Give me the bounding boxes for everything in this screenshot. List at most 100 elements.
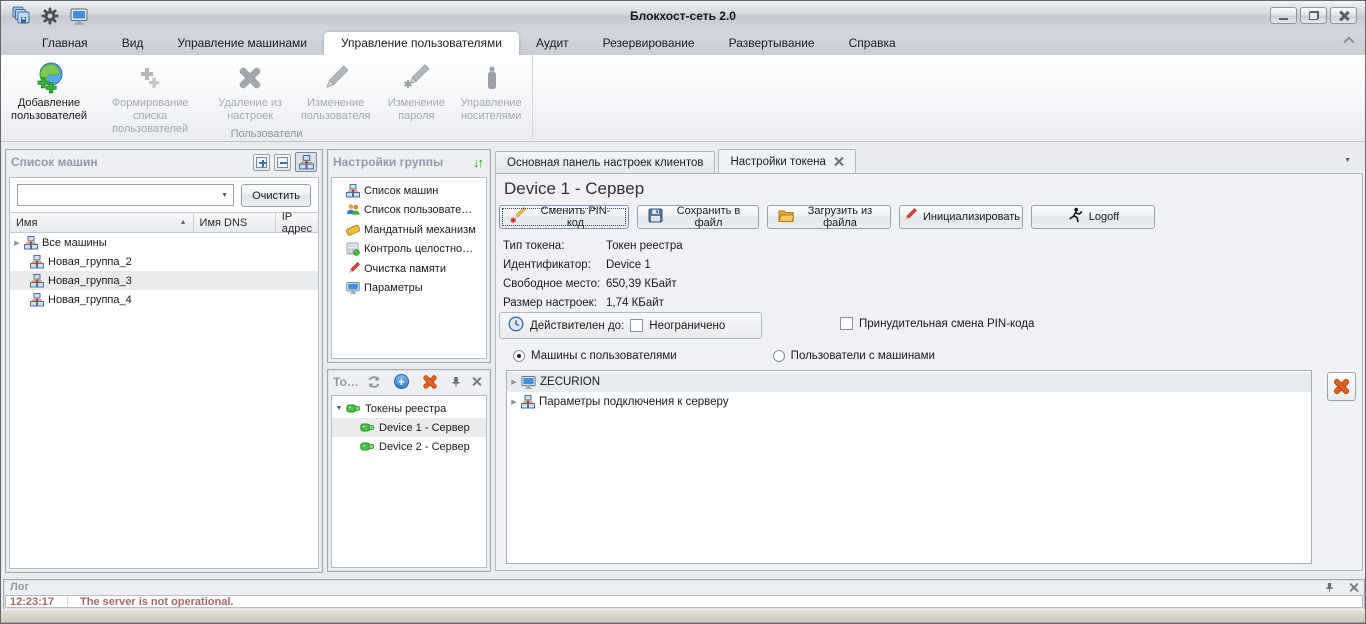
info-label: Размер настроек: <box>503 296 597 309</box>
info-value: 1,74 КБайт <box>606 296 664 309</box>
machines-tree: ▶ Все машины Новая_группа_2 Новая_группа… <box>10 233 318 309</box>
delete-token-icon[interactable] <box>421 373 439 391</box>
unlimited-checkbox[interactable] <box>630 319 644 332</box>
change-pin-button[interactable]: Сменить PIN-код <box>499 205 629 229</box>
token-icon <box>346 402 361 415</box>
add-users-button[interactable]: Добавление пользователей <box>7 58 91 125</box>
tokens-panel-body: ▼ Токены реестра Device 1 - Сервер Devic… <box>331 395 487 568</box>
minimize-button[interactable] <box>1270 7 1297 24</box>
column-dns[interactable]: Имя DNS <box>194 213 276 232</box>
group-setting-item[interactable]: Список машин <box>332 181 486 201</box>
tab-client-settings[interactable]: Основная панель настроек клиентов <box>495 151 716 173</box>
group-view-button[interactable] <box>295 152 317 172</box>
ribbon-group-users: Добавление пользователей Формирование сп… <box>1 55 533 142</box>
tree-expand-icon[interactable]: ▶ <box>507 378 521 386</box>
radio-users-with-machines[interactable]: Пользователи с машинами <box>772 350 935 362</box>
combo-dropdown-icon[interactable]: ▼ <box>216 192 233 199</box>
group-setting-item[interactable]: Контроль целостно… <box>332 240 486 260</box>
token-device-row-selected[interactable]: Device 1 - Сервер <box>332 418 486 437</box>
tab-spravka[interactable]: Справка <box>832 32 913 55</box>
machine-row-label: Новая_группа_4 <box>48 293 132 306</box>
column-name[interactable]: Имя ▲ <box>10 213 194 232</box>
machine-search-combobox[interactable]: ▼ <box>17 184 235 206</box>
machine-row-label: Новая_группа_3 <box>48 274 132 287</box>
logoff-button[interactable]: Logoff <box>1031 205 1155 229</box>
save-all-icon[interactable] <box>11 6 31 26</box>
collapse-all-icon <box>277 156 288 168</box>
tree-row-zecurion[interactable]: ▶ ZECURION <box>507 372 1311 392</box>
tab-razvertyvanie[interactable]: Развертывание <box>712 32 832 55</box>
log-panel-title: Лог <box>10 581 30 593</box>
close-tab-icon[interactable] <box>835 157 844 166</box>
valid-until-groupbox: Действителен до: Неограничено <box>499 312 762 339</box>
token-device-row[interactable]: Device 2 - Сервер <box>332 437 486 456</box>
machine-row[interactable]: Новая_группа_2 <box>10 252 318 271</box>
close-panel-icon[interactable] <box>472 377 481 386</box>
collapse-ribbon-icon[interactable] <box>1343 37 1355 45</box>
clear-search-button[interactable]: Очистить <box>241 184 311 207</box>
logoff-label: Logoff <box>1088 211 1120 223</box>
tab-audit[interactable]: Аудит <box>519 32 586 55</box>
group-setting-item[interactable]: Параметры <box>332 279 486 299</box>
initialize-button[interactable]: Инициализировать <box>899 205 1023 229</box>
pin-panel-icon[interactable] <box>1324 582 1335 593</box>
restore-button[interactable] <box>1300 7 1327 24</box>
manage-media-button: Управление носителями <box>452 58 530 125</box>
tab-glavnaya[interactable]: Главная <box>25 32 105 55</box>
machine-row[interactable]: Новая_группа_4 <box>10 290 318 309</box>
force-pin-checkbox[interactable] <box>840 317 853 330</box>
radio-selected-icon[interactable] <box>513 350 525 362</box>
ribbon: Добавление пользователей Формирование сп… <box>1 55 1365 142</box>
expand-all-icon <box>256 156 267 168</box>
machine-search-input[interactable] <box>18 186 217 204</box>
delete-assignment-button[interactable] <box>1327 372 1356 401</box>
change-pin-label: Сменить PIN-код <box>540 205 611 229</box>
tree-expand-icon[interactable]: ▶ <box>10 239 24 247</box>
assignment-tree: ▶ ZECURION ▶ Параметры подключения к сер… <box>506 370 1312 564</box>
edit-pencil-icon <box>320 60 352 96</box>
close-panel-icon[interactable] <box>1349 583 1358 592</box>
tab-rezervirovanie[interactable]: Резервирование <box>586 32 712 55</box>
tab-token-settings[interactable]: Настройки токена <box>718 149 856 173</box>
save-to-file-label: Сохранить в файл <box>676 205 741 229</box>
remove-x-icon <box>234 60 266 96</box>
load-folder-icon <box>778 209 795 226</box>
token-root-row[interactable]: ▼ Токены реестра <box>332 399 486 418</box>
group-setting-item[interactable]: Список пользовате… <box>332 201 486 221</box>
token-settings-page: Device 1 - Сервер Сменить PIN-код Сохран… <box>495 173 1363 571</box>
column-ip[interactable]: IP адрес <box>276 211 318 235</box>
tokens-panel: То… + ▼ Токены реестра Device 1 - Сервер… <box>327 369 491 572</box>
save-to-file-button[interactable]: Сохранить в файл <box>637 205 759 229</box>
tree-row-connection-params[interactable]: ▶ Параметры подключения к серверу <box>507 392 1311 412</box>
close-button[interactable] <box>1330 7 1357 24</box>
machine-row-selected[interactable]: Новая_группа_3 <box>10 271 318 290</box>
ribbon-button-label: Изменение пользователя <box>300 97 371 123</box>
tab-upravlenie-mashinami[interactable]: Управление машинами <box>160 32 324 55</box>
page-title: Device 1 - Сервер <box>504 179 645 198</box>
group-setting-item[interactable]: Мандатный механизм <box>332 220 486 240</box>
tree-collapse-icon[interactable]: ▼ <box>332 405 346 412</box>
computer-icon[interactable] <box>69 6 89 26</box>
machine-row[interactable]: ▶ Все машины <box>10 233 318 252</box>
group-setting-item[interactable]: Очистка памяти <box>332 259 486 279</box>
radio-icon[interactable] <box>772 350 785 362</box>
expand-all-button[interactable] <box>253 153 270 171</box>
add-token-icon[interactable]: + <box>393 374 409 389</box>
refresh-icon[interactable] <box>366 374 382 390</box>
tab-upravlenie-polzovatelyami[interactable]: Управление пользователями <box>323 32 519 55</box>
force-pin-label: Принудительная смена PIN-кода <box>859 317 1035 330</box>
initialize-label: Инициализировать <box>922 211 1021 223</box>
collapse-all-button[interactable] <box>274 153 291 171</box>
radio-machines-with-users[interactable]: Машины с пользователями <box>513 350 677 362</box>
load-from-file-button[interactable]: Загрузить из файла <box>767 205 891 229</box>
sort-updown-icon[interactable]: ↓↑ <box>473 155 484 170</box>
machines-list-icon <box>346 183 360 198</box>
valid-until-label: Действителен до: <box>530 319 625 332</box>
tab-vid[interactable]: Вид <box>105 32 161 55</box>
network-group-icon <box>298 154 314 169</box>
tree-expand-icon[interactable]: ▶ <box>507 398 521 406</box>
settings-gear-icon[interactable] <box>40 6 60 26</box>
tab-overflow-dropdown-icon[interactable]: ▼ <box>1344 157 1351 164</box>
tree-row-label: ZECURION <box>540 376 601 388</box>
pin-panel-icon[interactable] <box>450 376 462 388</box>
